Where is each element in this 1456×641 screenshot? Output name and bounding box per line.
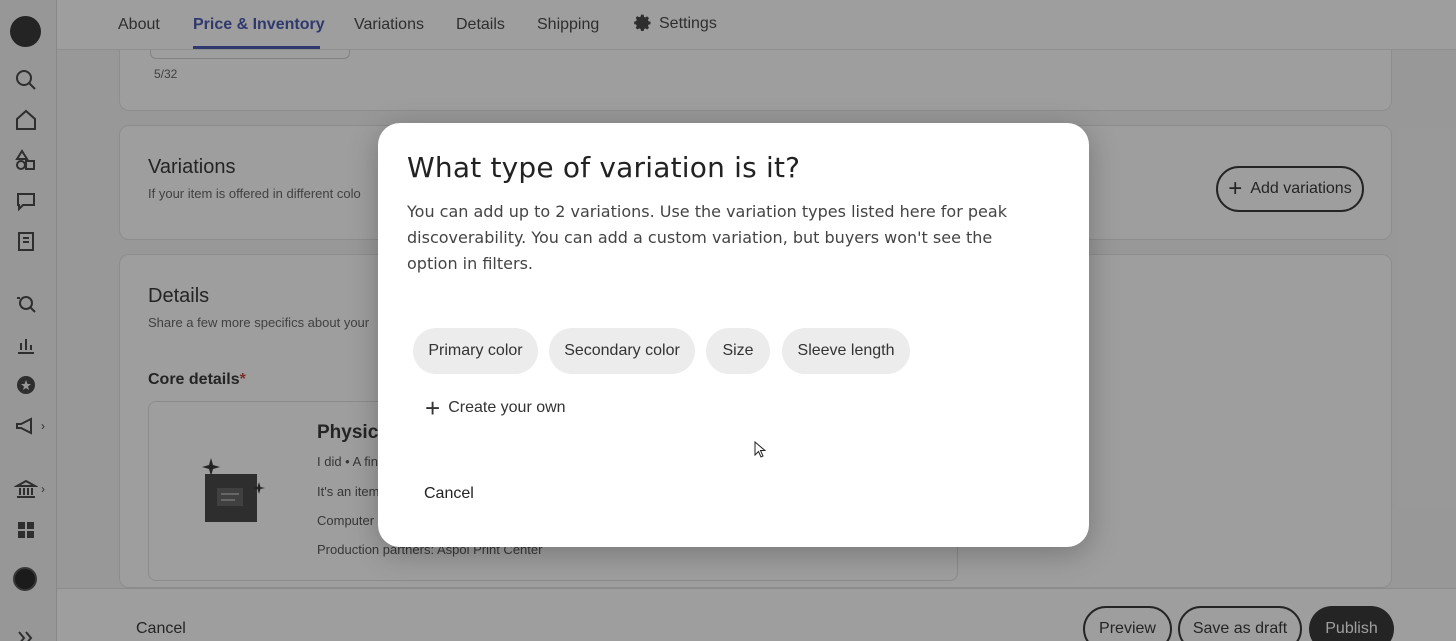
dialog-cancel-button[interactable]: Cancel [424, 485, 474, 503]
create-your-own-label: Create your own [448, 399, 566, 416]
option-secondary-color[interactable]: Secondary color [549, 328, 695, 374]
plus-icon: + [425, 393, 441, 423]
option-size[interactable]: Size [706, 328, 770, 374]
variation-type-dialog: What type of variation is it? You can ad… [378, 123, 1089, 547]
dialog-title: What type of variation is it? [407, 151, 801, 184]
mouse-pointer-icon [754, 440, 767, 459]
dialog-description: You can add up to 2 variations. Use the … [407, 202, 1007, 273]
option-sleeve-length[interactable]: Sleeve length [782, 328, 910, 374]
create-your-own-button[interactable]: + Create your own [425, 395, 566, 421]
option-primary-color[interactable]: Primary color [413, 328, 538, 374]
